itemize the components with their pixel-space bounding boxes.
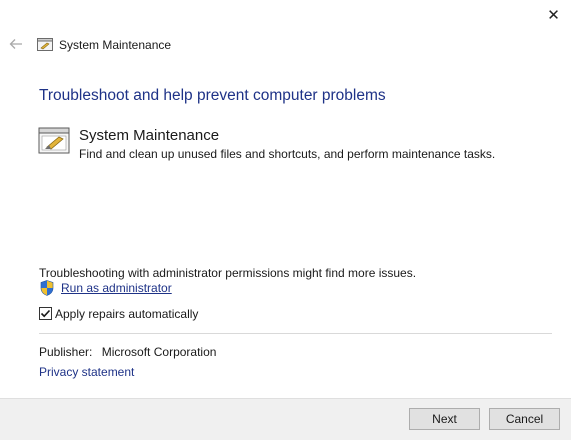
footer-bar: Next Cancel (0, 398, 571, 440)
run-as-administrator-link[interactable]: Run as administrator (61, 281, 172, 295)
publisher-value: Microsoft Corporation (101, 345, 217, 359)
checkmark-icon (40, 309, 51, 318)
window-title: System Maintenance (59, 38, 172, 52)
apply-repairs-checkbox[interactable] (39, 307, 52, 320)
page-heading: Troubleshoot and help prevent computer p… (39, 87, 386, 104)
cancel-button[interactable]: Cancel (489, 408, 560, 430)
back-button[interactable] (8, 36, 24, 52)
close-button[interactable]: ✕ (536, 0, 571, 30)
privacy-statement-link[interactable]: Privacy statement (39, 365, 134, 379)
publisher-info: Publisher: Microsoft Corporation (39, 345, 216, 359)
apply-repairs-label[interactable]: Apply repairs automatically (55, 307, 198, 321)
close-icon: ✕ (547, 6, 560, 24)
task-title[interactable]: System Maintenance (79, 127, 219, 144)
task-description: Find and clean up unused files and short… (79, 147, 496, 161)
next-button-label: Next (432, 412, 457, 426)
uac-shield-icon (40, 280, 54, 296)
system-maintenance-icon (38, 127, 70, 154)
admin-note: Troubleshooting with administrator permi… (39, 266, 417, 280)
cancel-button-label: Cancel (505, 412, 544, 426)
divider (39, 333, 552, 334)
publisher-label: Publisher: (39, 345, 93, 359)
system-maintenance-small-icon (37, 38, 53, 51)
next-button[interactable]: Next (409, 408, 480, 430)
back-arrow-icon (9, 39, 22, 49)
title-bar: System Maintenance (0, 32, 571, 58)
